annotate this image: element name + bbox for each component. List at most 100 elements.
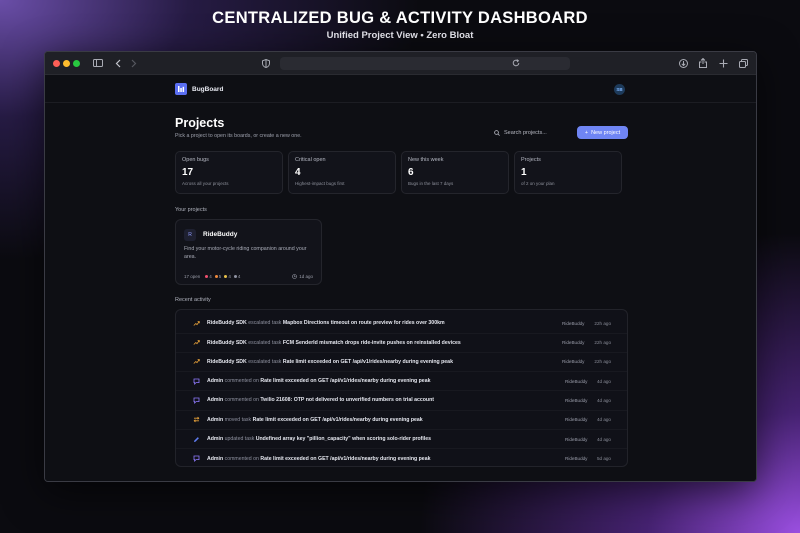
your-projects-heading: Your projects bbox=[175, 207, 207, 213]
app-content: BugBoard SB Projects Pick a project to o… bbox=[45, 75, 756, 481]
activity-text: Admin commented on Rate limit exceeded o… bbox=[207, 456, 430, 462]
recent-activity-heading: Recent activity bbox=[175, 297, 211, 303]
activity-row[interactable]: RideBuddy SDK escalated task Rate limit … bbox=[176, 353, 627, 373]
activity-time: 4d ago bbox=[596, 378, 611, 384]
open-count: 17 open bbox=[184, 274, 201, 279]
app-name: BugBoard bbox=[192, 85, 224, 93]
minimize-window-button[interactable] bbox=[63, 60, 70, 67]
stat-value: 4 bbox=[295, 167, 301, 178]
comment-icon bbox=[193, 455, 200, 463]
stat-label: Open bugs bbox=[182, 157, 209, 163]
activity-time: 22h ago bbox=[594, 340, 611, 346]
bugboard-logo-icon bbox=[175, 83, 187, 95]
activity-actor: RideBuddy SDK bbox=[207, 358, 247, 365]
activity-text: RideBuddy SDK escalated task Rate limit … bbox=[207, 359, 453, 365]
activity-text: RideBuddy SDK escalated task Mapbox Dire… bbox=[207, 320, 445, 326]
browser-toolbar bbox=[45, 52, 756, 75]
activity-verb: escalated task bbox=[248, 339, 282, 346]
project-updated: 1d ago bbox=[292, 274, 313, 279]
activity-actor: RideBuddy SDK bbox=[207, 320, 247, 327]
activity-verb: commented on bbox=[224, 397, 259, 404]
activity-project[interactable]: RideBuddy bbox=[565, 437, 587, 442]
low-dot-icon bbox=[233, 275, 237, 278]
hero-subtitle: Unified Project View • Zero Bloat bbox=[326, 30, 474, 41]
comment-icon bbox=[193, 378, 200, 385]
activity-target[interactable]: Rate limit exceeded on GET /api/v1/rides… bbox=[260, 378, 430, 384]
avatar[interactable]: SB bbox=[614, 84, 625, 95]
activity-row[interactable]: Admin commented on Rate limit exceeded o… bbox=[176, 372, 627, 392]
back-icon[interactable] bbox=[111, 56, 125, 70]
address-bar[interactable] bbox=[280, 57, 570, 70]
brand[interactable]: BugBoard bbox=[175, 83, 223, 95]
stat-note: Highest-impact bugs first bbox=[295, 181, 345, 186]
activity-verb: escalated task bbox=[248, 358, 282, 365]
zoom-window-button[interactable] bbox=[73, 60, 80, 67]
stat-value: 1 bbox=[521, 167, 527, 178]
activity-target[interactable]: FCM SenderId mismatch drops ride-invite … bbox=[283, 340, 461, 346]
activity-time: 5d ago bbox=[596, 456, 611, 462]
reload-icon[interactable] bbox=[509, 56, 523, 70]
activity-actor: Admin bbox=[207, 455, 224, 462]
activity-project[interactable]: RideBuddy bbox=[562, 321, 584, 326]
activity-text: Admin commented on Rate limit exceeded o… bbox=[207, 378, 430, 384]
activity-row[interactable]: RideBuddy SDK escalated task FCM SenderI… bbox=[176, 333, 627, 353]
close-window-button[interactable] bbox=[53, 60, 60, 67]
share-icon[interactable] bbox=[696, 56, 710, 70]
activity-text: RideBuddy SDK escalated task FCM SenderI… bbox=[207, 340, 461, 346]
privacy-shield-icon[interactable] bbox=[259, 56, 273, 70]
activity-target[interactable]: Mapbox Directions timeout on route previ… bbox=[283, 320, 445, 326]
updated-time: 1d ago bbox=[299, 274, 313, 279]
activity-time: 22h ago bbox=[594, 359, 611, 365]
project-footer: 17 open 4 5 4 4 1d ago bbox=[184, 274, 313, 279]
activity-row[interactable]: Admin commented on Twilio 21608: OTP not… bbox=[176, 391, 627, 411]
activity-target[interactable]: Rate limit exceeded on GET /api/v1/rides… bbox=[260, 456, 430, 462]
activity-verb: commented on bbox=[224, 455, 259, 462]
project-name: RideBuddy bbox=[203, 231, 238, 238]
new-project-button[interactable]: + New project bbox=[577, 126, 628, 139]
stat-note: of 2 on your plan bbox=[521, 181, 555, 186]
new-tab-icon[interactable] bbox=[716, 56, 730, 70]
activity-time: 4d ago bbox=[596, 436, 611, 442]
activity-text: Admin moved task Rate limit exceeded on … bbox=[207, 417, 423, 423]
download-icon[interactable] bbox=[676, 56, 690, 70]
comment-icon bbox=[193, 397, 200, 404]
activity-project[interactable]: RideBuddy bbox=[565, 417, 587, 422]
project-description: Find your motor-cycle riding companion a… bbox=[184, 246, 307, 260]
forward-icon[interactable] bbox=[127, 56, 141, 70]
medium-dot-icon bbox=[224, 275, 228, 278]
stat-card-new-this-week: New this week 6 Bugs in the last 7 days bbox=[401, 151, 509, 194]
activity-target[interactable]: Rate limit exceeded on GET /api/v1/rides… bbox=[253, 417, 423, 423]
activity-project[interactable]: RideBuddy bbox=[562, 340, 584, 345]
high-dot-icon bbox=[214, 275, 218, 278]
activity-row[interactable]: RideBuddy SDK escalated task Mapbox Dire… bbox=[176, 314, 627, 334]
activity-target[interactable]: Rate limit exceeded on GET /api/v1/rides… bbox=[283, 359, 453, 365]
activity-verb: commented on bbox=[224, 378, 259, 385]
project-card[interactable]: R RideBuddy Find your motor-cycle riding… bbox=[175, 219, 322, 285]
activity-target[interactable]: Undefined array key "pillion_capacity" w… bbox=[256, 436, 431, 442]
browser-window: BugBoard SB Projects Pick a project to o… bbox=[44, 51, 757, 482]
stat-note: Across all your projects bbox=[182, 181, 229, 186]
tab-overview-icon[interactable] bbox=[736, 56, 750, 70]
plus-icon: + bbox=[584, 129, 589, 136]
activity-project[interactable]: RideBuddy bbox=[565, 398, 587, 403]
activity-project[interactable]: RideBuddy bbox=[565, 456, 587, 461]
search-placeholder: Search projects... bbox=[504, 129, 547, 136]
clock-icon bbox=[292, 274, 298, 279]
activity-target[interactable]: Twilio 21608: OTP not delivered to unver… bbox=[260, 397, 434, 403]
activity-time: 4d ago bbox=[596, 397, 611, 403]
stat-label: Projects bbox=[521, 157, 541, 163]
activity-row[interactable]: Admin moved task Rate limit exceeded on … bbox=[176, 411, 627, 431]
stat-value: 17 bbox=[182, 167, 194, 178]
activity-text: Admin updated task Undefined array key "… bbox=[207, 436, 431, 442]
activity-project[interactable]: RideBuddy bbox=[565, 379, 587, 384]
activity-project[interactable]: RideBuddy bbox=[562, 359, 584, 364]
activity-row[interactable]: Admin commented on Rate limit exceeded o… bbox=[176, 449, 627, 469]
project-icon: R bbox=[184, 229, 196, 241]
search-icon bbox=[494, 129, 500, 136]
stat-label: New this week bbox=[408, 157, 444, 163]
sidebar-toggle-icon[interactable] bbox=[91, 56, 105, 70]
activity-time: 4d ago bbox=[596, 417, 611, 423]
critical-dot-icon bbox=[205, 275, 209, 278]
activity-list: RideBuddy SDK escalated task Mapbox Dire… bbox=[175, 309, 628, 467]
activity-row[interactable]: Admin updated task Undefined array key "… bbox=[176, 430, 627, 450]
